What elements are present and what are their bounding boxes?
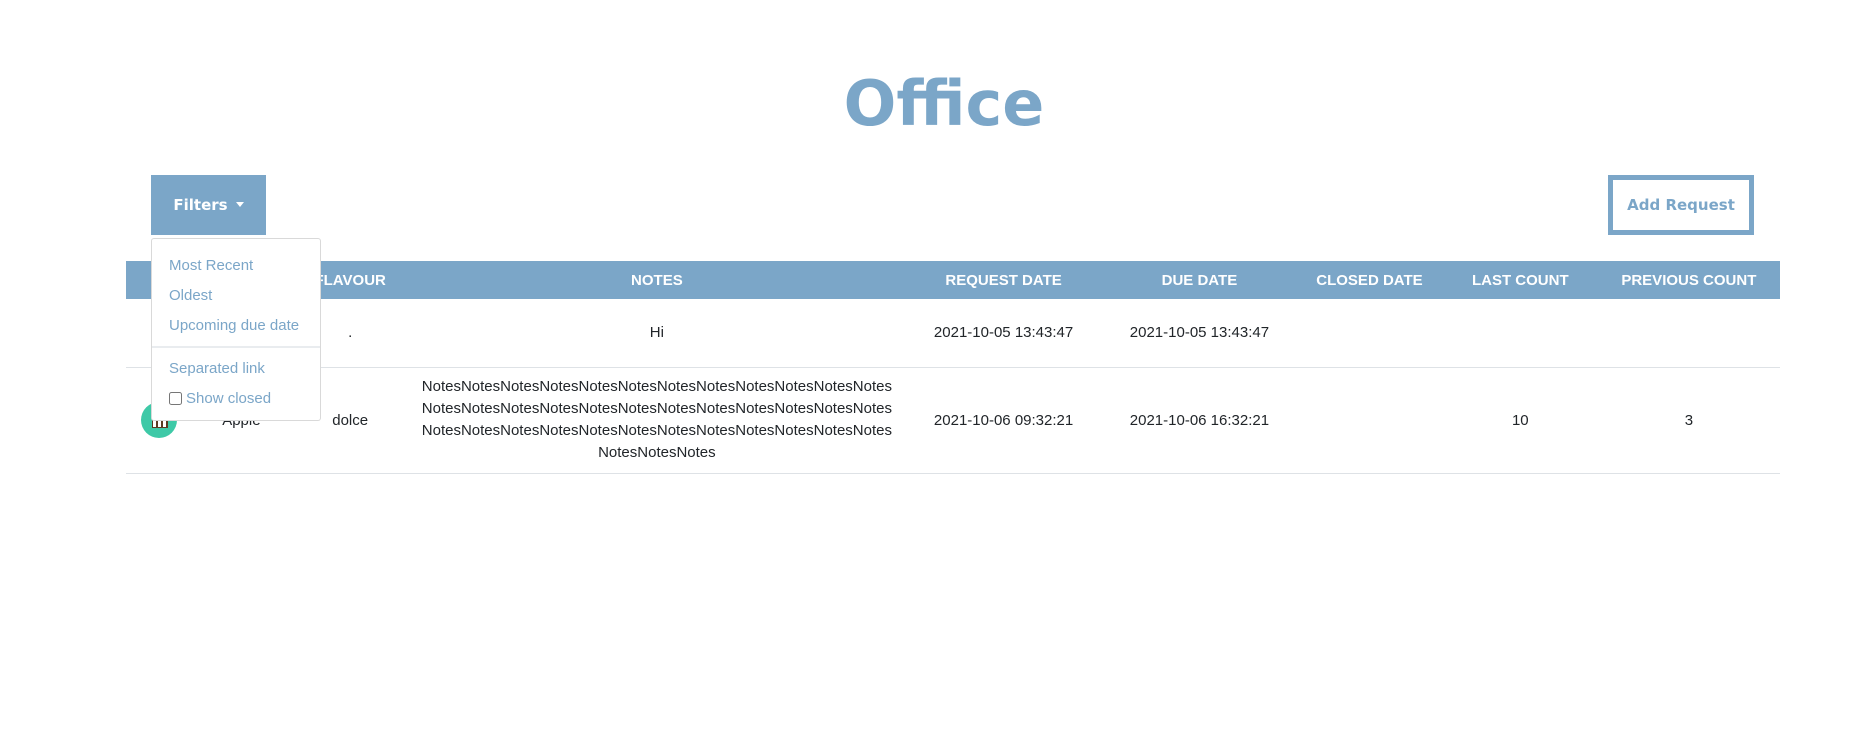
row-last-count-cell bbox=[1442, 299, 1598, 368]
show-closed-checkbox[interactable] bbox=[169, 391, 182, 405]
filters-dropdown-menu: Most Recent Oldest Upcoming due date Sep… bbox=[151, 238, 321, 421]
requests-table: S FLAVOUR NOTES REQUEST DATE DUE DATE CL… bbox=[126, 261, 1780, 474]
column-header-last-count[interactable]: LAST COUNT bbox=[1443, 261, 1598, 299]
filter-upcoming-due-date[interactable]: Upcoming due date bbox=[152, 311, 320, 341]
separated-link[interactable]: Separated link bbox=[152, 354, 320, 384]
filter-oldest[interactable]: Oldest bbox=[152, 281, 320, 311]
table-header-row: S FLAVOUR NOTES REQUEST DATE DUE DATE CL… bbox=[126, 261, 1780, 299]
column-header-previous-count[interactable]: PREVIOUS COUNT bbox=[1598, 261, 1780, 299]
row-notes-cell: NotesNotesNotesNotesNotesNotesNotesNotes… bbox=[409, 367, 905, 474]
row-last-count-cell: 10 bbox=[1442, 367, 1598, 474]
add-request-button[interactable]: Add Request bbox=[1608, 175, 1754, 235]
row-request-date-cell: 2021-10-06 09:32:21 bbox=[904, 367, 1103, 474]
row-notes-cell: Hi bbox=[409, 299, 905, 368]
row-previous-count-cell bbox=[1597, 299, 1780, 368]
row-request-date-cell: 2021-10-05 13:43:47 bbox=[904, 299, 1103, 368]
caret-down-icon bbox=[235, 201, 244, 207]
row-closed-date-cell bbox=[1296, 367, 1443, 474]
column-header-request-date[interactable]: REQUEST DATE bbox=[904, 261, 1102, 299]
table-row[interactable]: Apple dolce NotesNotesNotesNotesNotesNot… bbox=[126, 367, 1780, 474]
column-header-closed-date[interactable]: CLOSED DATE bbox=[1296, 261, 1443, 299]
page-title: Office bbox=[843, 67, 1045, 140]
row-previous-count-cell: 3 bbox=[1597, 367, 1780, 474]
filter-most-recent[interactable]: Most Recent bbox=[152, 251, 320, 281]
column-header-notes[interactable]: NOTES bbox=[409, 261, 904, 299]
table-row[interactable]: . Hi 2021-10-05 13:43:47 2021-10-05 13:4… bbox=[126, 299, 1780, 368]
dropdown-divider bbox=[152, 346, 320, 348]
show-closed-option[interactable]: Show closed bbox=[152, 384, 320, 412]
row-due-date-cell: 2021-10-06 16:32:21 bbox=[1102, 367, 1297, 474]
filters-button-label: Filters bbox=[173, 196, 228, 214]
column-header-due-date[interactable]: DUE DATE bbox=[1103, 261, 1296, 299]
row-due-date-cell: 2021-10-05 13:43:47 bbox=[1102, 299, 1297, 368]
show-closed-label: Show closed bbox=[186, 389, 272, 407]
filters-dropdown-button[interactable]: Filters bbox=[151, 175, 266, 235]
row-closed-date-cell bbox=[1296, 299, 1443, 368]
